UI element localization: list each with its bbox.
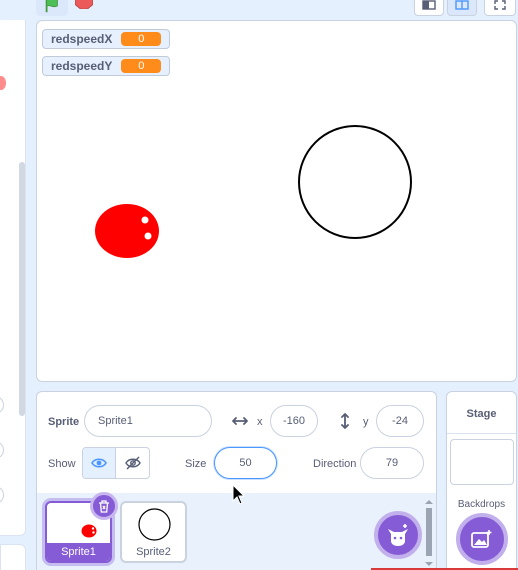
- x-value: -160: [282, 415, 306, 427]
- x-label: x: [257, 416, 263, 428]
- sprite-name-input[interactable]: Sprite1: [84, 405, 212, 437]
- large-stage-button[interactable]: [447, 0, 477, 16]
- choose-sprite-button[interactable]: [374, 511, 422, 559]
- extension-button-edge[interactable]: [0, 544, 26, 570]
- sprite-thumbnail-label: Sprite1: [47, 543, 110, 561]
- green-flag-icon: [45, 0, 58, 13]
- stop-icon: [75, 0, 93, 9]
- sprite-list-scrollbar[interactable]: [424, 499, 434, 567]
- size-value: 50: [239, 457, 252, 469]
- eye-slash-icon: [124, 456, 141, 470]
- category-bubble-partial[interactable]: [0, 76, 6, 90]
- show-label: Show: [48, 458, 76, 470]
- vertical-arrows-icon: [341, 413, 349, 429]
- delete-sprite-button[interactable]: [90, 492, 118, 520]
- y-value: -24: [392, 415, 408, 427]
- block-palette-edge: [0, 20, 26, 536]
- x-position-input[interactable]: -160: [270, 405, 318, 437]
- direction-value: 79: [385, 457, 399, 469]
- fullscreen-button[interactable]: [484, 0, 516, 16]
- visibility-toggle: [82, 447, 150, 479]
- size-input[interactable]: 50: [214, 447, 277, 479]
- mouse-cursor: [232, 484, 246, 505]
- monitor-value: 0: [121, 59, 162, 73]
- y-label: y: [363, 416, 369, 428]
- sprite-name-value: Sprite1: [98, 415, 133, 427]
- stage-selector-panel[interactable]: Stage Backdrops: [446, 391, 517, 570]
- large-stage-icon: [455, 0, 469, 10]
- monitor-value: 0: [121, 32, 162, 46]
- sprite-thumbnail-label: Sprite2: [136, 546, 171, 558]
- red-ball-sprite[interactable]: [95, 204, 161, 260]
- y-position-input[interactable]: -24: [376, 405, 424, 437]
- size-label: Size: [185, 458, 207, 470]
- horizontal-arrows-icon: [232, 417, 248, 425]
- show-sprite-button[interactable]: [83, 448, 117, 478]
- green-flag-button[interactable]: [36, 0, 68, 16]
- fullscreen-icon: [494, 0, 506, 10]
- small-stage-button[interactable]: [414, 0, 444, 16]
- stage-header: [0, 0, 518, 20]
- sprite2-costume-preview: [138, 508, 171, 541]
- trash-icon: [99, 499, 109, 513]
- cat-add-icon: [388, 524, 408, 546]
- stage-title: Stage: [466, 408, 497, 420]
- direction-input[interactable]: 79: [360, 447, 424, 479]
- sprite1-costume-preview: [81, 524, 97, 538]
- hide-sprite-button[interactable]: [116, 448, 149, 478]
- direction-label: Direction: [313, 458, 357, 470]
- stage-canvas[interactable]: redspeedX 0 redspeedY 0: [36, 20, 517, 382]
- sprite-thumbnail[interactable]: Sprite2: [120, 501, 187, 563]
- palette-scrollbar[interactable]: [19, 162, 25, 416]
- white-circle-sprite[interactable]: [298, 125, 412, 239]
- image-add-icon: [471, 530, 492, 548]
- variable-monitor-redspeedy[interactable]: redspeedY 0: [42, 56, 171, 76]
- sprite-info-panel: Sprite Sprite1 x -160 y -24 Show Size 50…: [36, 391, 437, 493]
- stage-divider: [447, 433, 516, 434]
- stage-thumbnail[interactable]: [450, 439, 514, 485]
- variable-monitor-redspeedx[interactable]: redspeedX 0: [42, 29, 171, 49]
- eye-icon: [91, 458, 107, 468]
- monitor-label: redspeedX: [51, 32, 113, 46]
- monitor-label: redspeedY: [51, 59, 113, 73]
- stop-button[interactable]: [74, 0, 94, 10]
- choose-backdrop-button[interactable]: [456, 513, 508, 565]
- small-stage-icon: [422, 0, 436, 10]
- sprite-name-label: Sprite: [48, 416, 80, 428]
- backdrops-label: Backdrops: [457, 499, 506, 510]
